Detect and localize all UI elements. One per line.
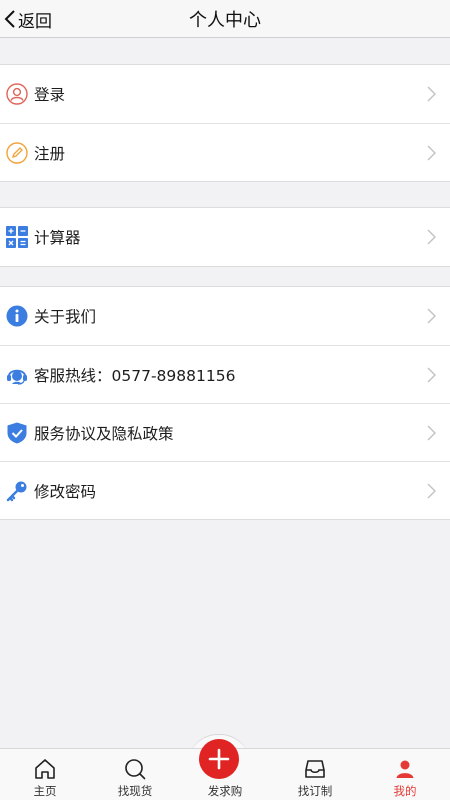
- about-us-label: 关于我们: [34, 308, 97, 326]
- chevron-right-icon: [427, 425, 436, 441]
- chevron-right-icon: [427, 367, 436, 383]
- calculator-label: 计算器: [34, 229, 81, 247]
- pencil-circle-icon: [6, 141, 28, 164]
- register-row[interactable]: 注册: [0, 123, 450, 181]
- navigation-bar: 返回 个人中心: [0, 0, 450, 38]
- tab-find-stock-label: 找现货: [117, 784, 153, 798]
- hotline-row[interactable]: 客服热线：0577-89881156: [0, 345, 450, 403]
- chevron-right-icon: [427, 308, 436, 324]
- change-password-label: 修改密码: [34, 482, 97, 501]
- post-request-plus-button[interactable]: [199, 739, 239, 779]
- page-title: 个人中心: [189, 9, 261, 31]
- calculator-row[interactable]: 计算器: [0, 208, 450, 266]
- about-us-row[interactable]: 关于我们: [0, 287, 450, 345]
- tab-mine[interactable]: 我的: [360, 749, 450, 800]
- plus-icon: [208, 748, 230, 770]
- tab-home-label: 主页: [33, 784, 57, 798]
- tab-post-request-label: 发求购: [207, 784, 243, 798]
- tools-group: 计算器: [0, 207, 450, 267]
- tab-mine-label: 我的: [393, 784, 417, 798]
- chevron-left-icon: [4, 10, 15, 28]
- tab-find-custom[interactable]: 找订制: [270, 749, 360, 800]
- chevron-right-icon: [427, 483, 436, 499]
- tab-find-stock[interactable]: 找现货: [90, 749, 180, 800]
- info-icon: [6, 305, 28, 327]
- login-label: 登录: [34, 86, 66, 104]
- agreement-privacy-row[interactable]: 服务协议及隐私政策: [0, 403, 450, 461]
- agreement-privacy-label: 服务协议及隐私政策: [34, 424, 174, 443]
- search-icon: [125, 759, 146, 780]
- home-icon: [35, 759, 55, 779]
- key-icon: [6, 480, 28, 502]
- info-group: 关于我们 客服热线：0577-89881156 服务协议及隐私政策 修改密码: [0, 286, 450, 520]
- chevron-right-icon: [427, 86, 436, 102]
- back-label: 返回: [18, 11, 52, 32]
- person-icon: [396, 760, 414, 778]
- user-circle-icon: [6, 83, 28, 105]
- headset-icon: [6, 364, 28, 386]
- back-button[interactable]: 返回: [4, 0, 52, 38]
- tab-home[interactable]: 主页: [0, 749, 90, 800]
- tab-find-custom-label: 找订制: [297, 784, 333, 798]
- account-group: 登录 注册: [0, 64, 450, 182]
- chevron-right-icon: [427, 229, 436, 245]
- inbox-icon: [305, 760, 325, 778]
- chevron-right-icon: [427, 145, 436, 161]
- change-password-row[interactable]: 修改密码: [0, 461, 450, 519]
- shield-check-icon: [6, 422, 28, 444]
- hotline-label: 客服热线：0577-89881156: [34, 366, 236, 385]
- register-label: 注册: [34, 144, 66, 163]
- login-row[interactable]: 登录: [0, 65, 450, 123]
- calculator-icon: [6, 226, 28, 248]
